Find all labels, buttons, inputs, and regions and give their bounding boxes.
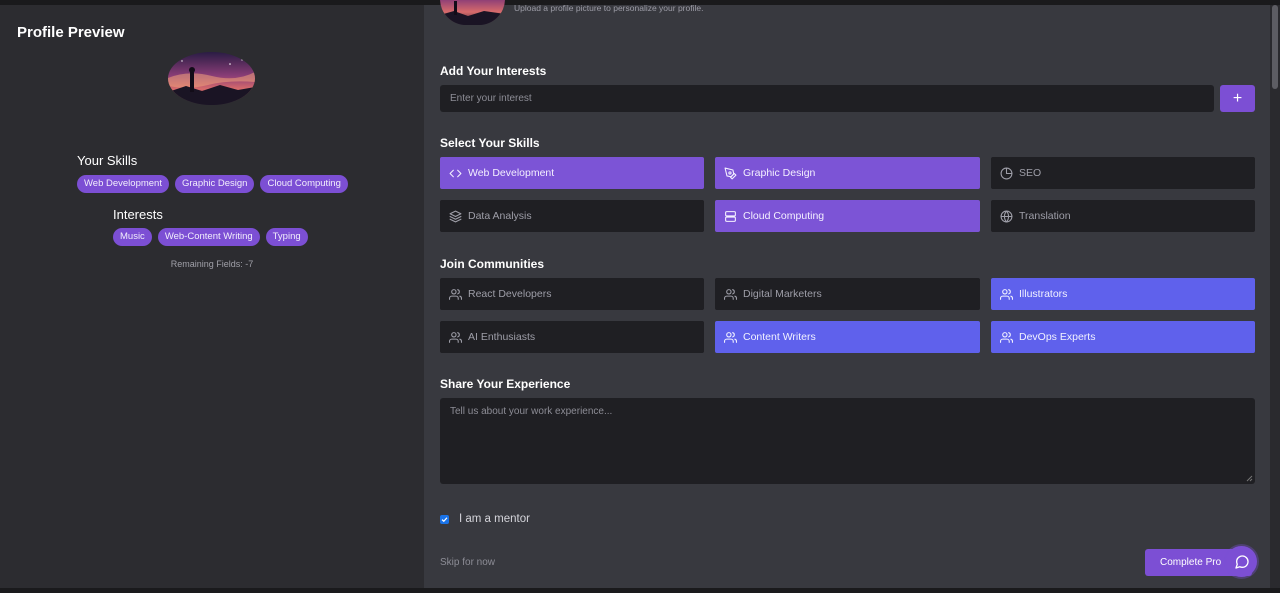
preview-interests: Music Web-Content Writing Typing (113, 228, 308, 246)
users-icon (1000, 288, 1013, 300)
preview-skills: Web Development Graphic Design Cloud Com… (77, 175, 348, 193)
skill-label: Cloud Computing (743, 210, 825, 222)
chat-button[interactable] (1226, 546, 1257, 577)
users-icon (449, 288, 462, 300)
avatar (168, 52, 255, 105)
bottom-edge (0, 588, 1280, 593)
skill-seo[interactable]: SEO (991, 157, 1255, 189)
remaining-fields: Remaining Fields: -7 (170, 259, 254, 269)
community-label: Content Writers (743, 331, 816, 343)
skill-label: Translation (1019, 210, 1071, 222)
scrollbar-track[interactable] (1270, 5, 1280, 588)
community-digital-marketers[interactable]: Digital Marketers (715, 278, 980, 310)
skills-grid: Web Development Graphic Design SEO Data … (440, 157, 1255, 232)
skill-label: SEO (1019, 167, 1042, 179)
community-label: Digital Marketers (743, 288, 822, 300)
skills-heading: Your Skills (77, 153, 138, 168)
community-illustrators[interactable]: Illustrators (991, 278, 1255, 310)
skill-web-development[interactable]: Web Development (440, 157, 704, 189)
server-icon (725, 210, 736, 222)
community-content-writers[interactable]: Content Writers (715, 321, 980, 353)
interests-label: Add Your Interests (440, 64, 547, 78)
community-label: Illustrators (1019, 288, 1068, 300)
skill-data-analysis[interactable]: Data Analysis (440, 200, 704, 232)
mentor-checkbox-row[interactable]: I am a mentor (440, 513, 530, 525)
users-icon (449, 331, 462, 343)
profile-form-panel: Upload a profile picture to personalize … (424, 0, 1270, 588)
skill-label: Data Analysis (468, 210, 532, 222)
skill-cloud-computing[interactable]: Cloud Computing (715, 200, 980, 232)
community-react-developers[interactable]: React Developers (440, 278, 704, 310)
community-ai-enthusiasts[interactable]: AI Enthusiasts (440, 321, 704, 353)
skill-translation[interactable]: Translation (991, 200, 1255, 232)
message-circle-icon (1234, 554, 1249, 569)
layers-icon (449, 210, 462, 222)
interests-heading: Interests (113, 207, 163, 222)
mentor-label: I am a mentor (459, 513, 530, 525)
community-label: React Developers (468, 288, 552, 300)
check-icon (441, 516, 448, 522)
community-label: AI Enthusiasts (468, 331, 536, 343)
interest-input[interactable] (440, 85, 1214, 112)
skill-graphic-design[interactable]: Graphic Design (715, 157, 980, 189)
experience-label: Share Your Experience (440, 377, 571, 391)
experience-textarea[interactable] (440, 398, 1255, 484)
skill-pill: Cloud Computing (260, 175, 348, 193)
pie-chart-icon (1000, 167, 1013, 179)
skill-label: Web Development (468, 167, 555, 179)
interest-pill: Music (113, 228, 152, 246)
resize-grip-icon[interactable] (1246, 475, 1253, 482)
users-icon (1000, 331, 1013, 343)
code-icon (449, 169, 462, 177)
communities-grid: React Developers Digital Marketers Illus… (440, 278, 1255, 353)
users-icon (724, 331, 737, 343)
skip-link[interactable]: Skip for now (440, 557, 495, 568)
mentor-checkbox[interactable] (440, 514, 449, 524)
skill-label: Graphic Design (743, 167, 816, 179)
profile-preview-panel: Profile Preview Your Skills Web Developm… (0, 5, 424, 588)
skills-label: Select Your Skills (440, 136, 540, 150)
skill-pill: Graphic Design (174, 175, 255, 193)
interest-pill: Web-Content Writing (157, 228, 260, 246)
add-interest-button[interactable]: + (1220, 85, 1255, 112)
community-devops-experts[interactable]: DevOps Experts (991, 321, 1255, 353)
interest-pill: Typing (265, 228, 308, 246)
users-icon (724, 288, 737, 300)
skill-pill: Web Development (77, 175, 169, 193)
upload-hint: Upload a profile picture to personalize … (514, 3, 704, 13)
scrollbar-thumb[interactable] (1272, 5, 1278, 89)
upload-avatar[interactable] (440, 0, 505, 25)
communities-label: Join Communities (440, 257, 545, 271)
globe-icon (1000, 210, 1013, 222)
preview-title: Profile Preview (17, 24, 125, 41)
pen-tool-icon (724, 167, 737, 179)
community-label: DevOps Experts (1019, 331, 1096, 343)
